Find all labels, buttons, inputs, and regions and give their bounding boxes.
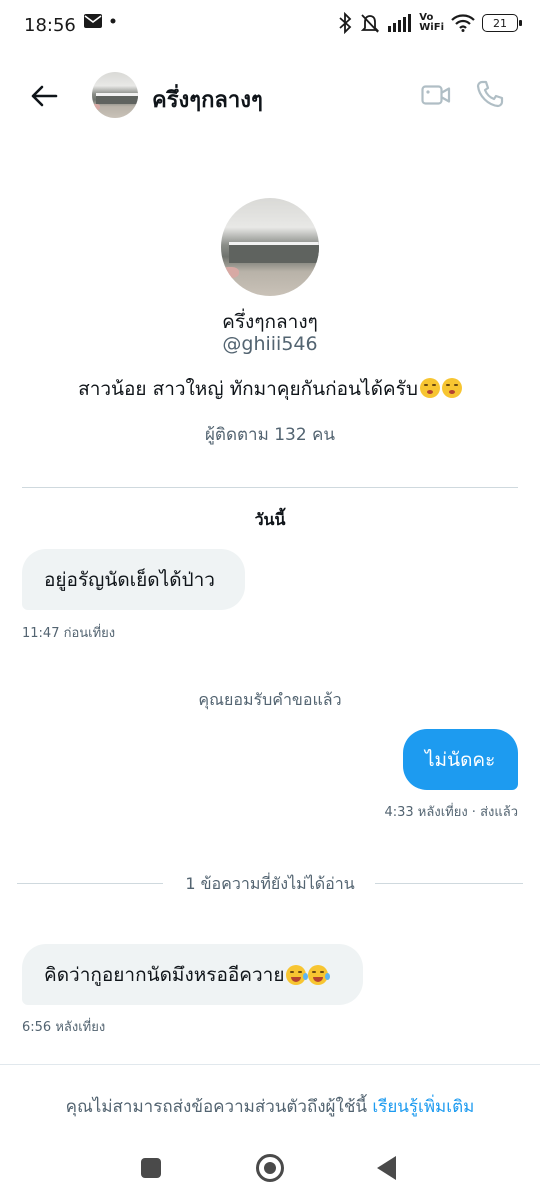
message-bubble-incoming[interactable]: คิดว่ากูอยากนัดมึงหรออีควาย — [22, 944, 363, 1005]
signal-icon — [388, 14, 412, 32]
battery-icon: 21 — [482, 14, 522, 32]
conversation-header: ครึ่งๆกลางๆ — [0, 54, 540, 138]
phone-icon — [476, 80, 504, 108]
message-text: ไม่นัดคะ — [425, 748, 496, 771]
phone-call-button[interactable] — [472, 76, 508, 112]
avatar-image — [221, 198, 319, 296]
message-timestamp: 4:33 หลังเที่ยง · ส่งแล้ว — [384, 805, 518, 820]
profile-handle[interactable]: @ghiii546 — [0, 333, 540, 355]
message-bubble-incoming[interactable]: อยู่อรัญนัดเย็ดได้ป่าว — [22, 549, 245, 610]
bluetooth-icon — [339, 12, 352, 34]
request-accepted-notice: คุณยอมรับคำขอแล้ว — [198, 690, 342, 709]
status-bar: 18:56 Vo WiFi 21 — [0, 0, 540, 54]
avatar-image — [92, 72, 138, 118]
divider-line — [375, 883, 523, 884]
profile-bio-text: สาวน้อย สาวใหญ่ ทักมาคุยกันก่อนได้ครับ — [78, 378, 418, 400]
cannot-dm-text: คุณไม่สามารถส่งข้อความส่วนตัวถึงผู้ใช้นี… — [65, 1097, 367, 1117]
date-label: วันนี้ — [254, 510, 286, 529]
header-avatar[interactable] — [92, 72, 138, 118]
header-title[interactable]: ครึ่งๆกลางๆ — [152, 82, 263, 117]
rofl-icon — [286, 964, 309, 985]
message-timestamp: 6:56 หลังเที่ยง — [22, 1020, 106, 1035]
mute-icon — [361, 14, 380, 33]
rofl-icon — [308, 964, 331, 985]
back-arrow-icon — [31, 85, 58, 107]
status-time: 18:56 — [24, 15, 76, 36]
dot-icon — [110, 18, 116, 24]
video-camera-icon — [421, 85, 451, 105]
message-text: คิดว่ากูอยากนัดมึงหรออีควาย — [44, 963, 285, 986]
back-button[interactable] — [26, 78, 62, 114]
home-button[interactable] — [256, 1154, 284, 1182]
profile-followers[interactable]: ผู้ติดตาม 132 คน — [0, 421, 540, 448]
kissing-face-icon — [441, 378, 462, 398]
profile-bio: สาวน้อย สาวใหญ่ ทักมาคุยกันก่อนได้ครับ — [0, 374, 540, 404]
kissing-face-icon — [419, 378, 440, 398]
dm-restricted-bar: คุณไม่สามารถส่งข้อความส่วนตัวถึงผู้ใช้นี… — [0, 1064, 540, 1138]
vowifi-icon: Vo WiFi — [419, 13, 444, 33]
profile-avatar[interactable] — [221, 198, 319, 296]
cannot-dm-notice: คุณไม่สามารถส่งข้อความส่วนตัวถึงผู้ใช้นี… — [0, 1093, 540, 1120]
message-timestamp: 11:47 ก่อนเที่ยง — [22, 626, 116, 641]
recents-button[interactable] — [141, 1158, 161, 1178]
system-nav-bar — [0, 1138, 540, 1200]
divider — [22, 487, 518, 488]
status-left-icons — [84, 14, 116, 28]
vowifi-bottom: WiFi — [419, 22, 444, 33]
video-call-button[interactable] — [418, 78, 454, 112]
message-bubble-outgoing[interactable]: ไม่นัดคะ — [403, 729, 518, 790]
system-back-button[interactable] — [377, 1156, 396, 1180]
learn-more-link[interactable]: เรียนรู้เพิ่มเติม — [372, 1097, 474, 1117]
wifi-icon — [451, 14, 475, 32]
status-right-icons: Vo WiFi 21 — [338, 12, 522, 34]
mail-icon — [84, 14, 102, 28]
unread-divider: 1 ข้อความที่ยังไม่ได้อ่าน — [17, 872, 523, 894]
unread-label: 1 ข้อความที่ยังไม่ได้อ่าน — [185, 874, 355, 893]
message-text: อยู่อรัญนัดเย็ดได้ป่าว — [44, 568, 215, 591]
